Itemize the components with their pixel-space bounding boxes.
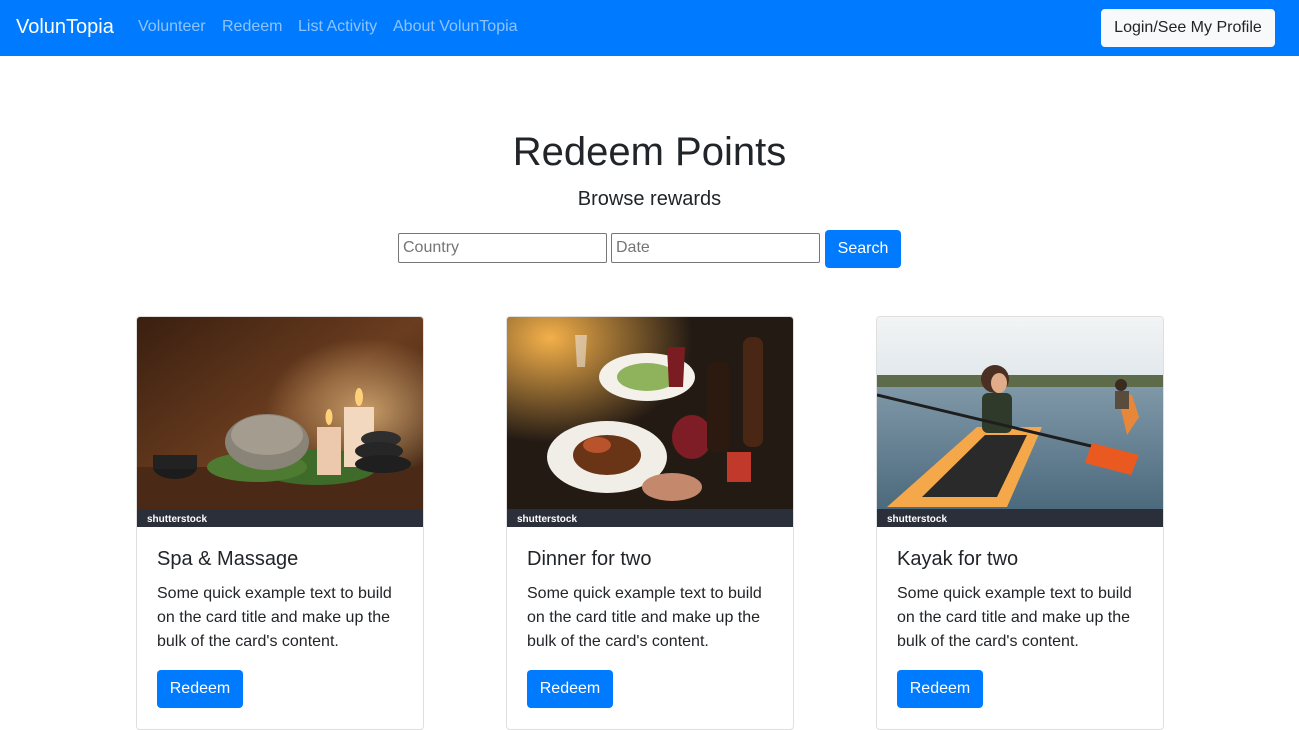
reward-card-spa: shutterstock Spa & Massage Some quick ex… <box>136 316 424 730</box>
redeem-button[interactable]: Redeem <box>157 670 243 708</box>
redeem-button[interactable]: Redeem <box>897 670 983 708</box>
nav-link-redeem[interactable]: Redeem <box>222 17 282 37</box>
page-title: Redeem Points <box>512 130 787 174</box>
country-input[interactable] <box>398 233 607 263</box>
login-profile-button[interactable]: Login/See My Profile <box>1101 9 1275 47</box>
nav-link-about[interactable]: About VolunTopia <box>393 17 518 37</box>
reward-card-kayak: shutterstock Kayak for two Some quick ex… <box>876 316 1164 730</box>
card-title: Kayak for two <box>897 548 1019 570</box>
navbar: VolunTopia Volunteer Redeem List Activit… <box>0 0 1299 56</box>
spa-image: shutterstock <box>137 317 423 527</box>
card-title: Dinner for two <box>527 548 652 570</box>
brand-logo[interactable]: VolunTopia <box>16 15 114 39</box>
page-subtitle: Browse rewards <box>577 188 722 210</box>
card-text: Some quick example text to build on the … <box>527 585 762 650</box>
kayak-image: shutterstock <box>877 317 1163 527</box>
watermark: shutterstock <box>887 514 947 525</box>
dinner-image: shutterstock <box>507 317 793 527</box>
nav-link-list-activity[interactable]: List Activity <box>298 17 377 37</box>
card-title: Spa & Massage <box>157 548 299 570</box>
redeem-button[interactable]: Redeem <box>527 670 613 708</box>
watermark: shutterstock <box>147 514 207 525</box>
watermark: shutterstock <box>517 514 577 525</box>
date-input[interactable] <box>611 233 820 263</box>
card-text: Some quick example text to build on the … <box>157 585 392 650</box>
card-text: Some quick example text to build on the … <box>897 585 1132 650</box>
search-button[interactable]: Search <box>825 230 901 268</box>
reward-card-dinner: shutterstock Dinner for two Some quick e… <box>506 316 794 730</box>
nav-link-volunteer[interactable]: Volunteer <box>138 17 206 37</box>
